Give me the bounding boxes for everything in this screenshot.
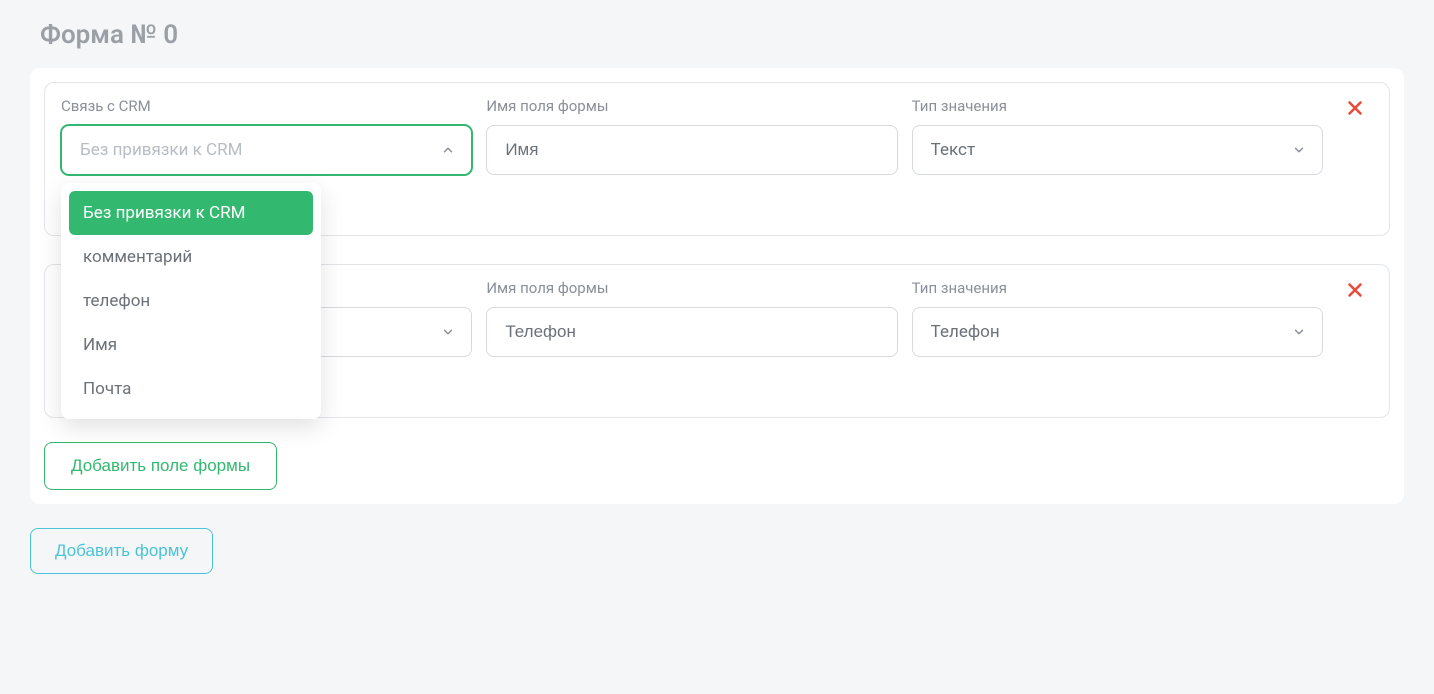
chevron-down-icon	[441, 325, 455, 339]
field-name-column: Имя поля формы	[486, 279, 897, 357]
field-name-input[interactable]	[486, 307, 897, 357]
dropdown-option[interactable]: телефон	[69, 279, 313, 323]
add-form-button[interactable]: Добавить форму	[30, 528, 213, 574]
crm-link-selected-value: Без привязки к CRM	[80, 140, 242, 160]
field-name-input[interactable]	[486, 125, 897, 175]
field-name-column: Имя поля формы	[486, 97, 897, 175]
dropdown-option[interactable]: Без привязки к CRM	[69, 191, 313, 235]
dropdown-option[interactable]: Почта	[69, 367, 313, 411]
form-card: Связь с CRM Без привязки к CRM Без привя…	[30, 68, 1404, 504]
value-type-column: Тип значения Текст	[912, 97, 1323, 175]
value-type-select[interactable]: Текст	[912, 125, 1323, 175]
value-type-label: Тип значения	[912, 97, 1323, 115]
close-icon	[1344, 97, 1366, 119]
dropdown-option[interactable]: комментарий	[69, 235, 313, 279]
add-field-button[interactable]: Добавить поле формы	[44, 442, 277, 490]
value-type-label: Тип значения	[912, 279, 1323, 297]
crm-link-label: Связь с CRM	[61, 97, 472, 115]
chevron-down-icon	[1292, 143, 1306, 157]
value-type-select[interactable]: Телефон	[912, 307, 1323, 357]
form-field-row: Связь с CRM Без привязки к CRM Без привя…	[44, 82, 1390, 236]
crm-link-column: Связь с CRM Без привязки к CRM Без привя…	[61, 97, 472, 175]
chevron-up-icon	[441, 143, 455, 157]
crm-link-dropdown: Без привязки к CRM комментарий телефон И…	[61, 183, 321, 419]
dropdown-option[interactable]: Имя	[69, 323, 313, 367]
crm-link-select[interactable]: Без привязки к CRM	[61, 125, 472, 175]
value-type-selected-value: Телефон	[931, 322, 1000, 342]
value-type-selected-value: Текст	[931, 140, 975, 160]
field-name-label: Имя поля формы	[486, 279, 897, 297]
chevron-down-icon	[1292, 325, 1306, 339]
page-title: Форма № 0	[30, 20, 1404, 50]
close-icon	[1344, 279, 1366, 301]
remove-field-button[interactable]	[1340, 275, 1370, 305]
field-name-label: Имя поля формы	[486, 97, 897, 115]
value-type-column: Тип значения Телефон	[912, 279, 1323, 357]
remove-field-button[interactable]	[1340, 93, 1370, 123]
